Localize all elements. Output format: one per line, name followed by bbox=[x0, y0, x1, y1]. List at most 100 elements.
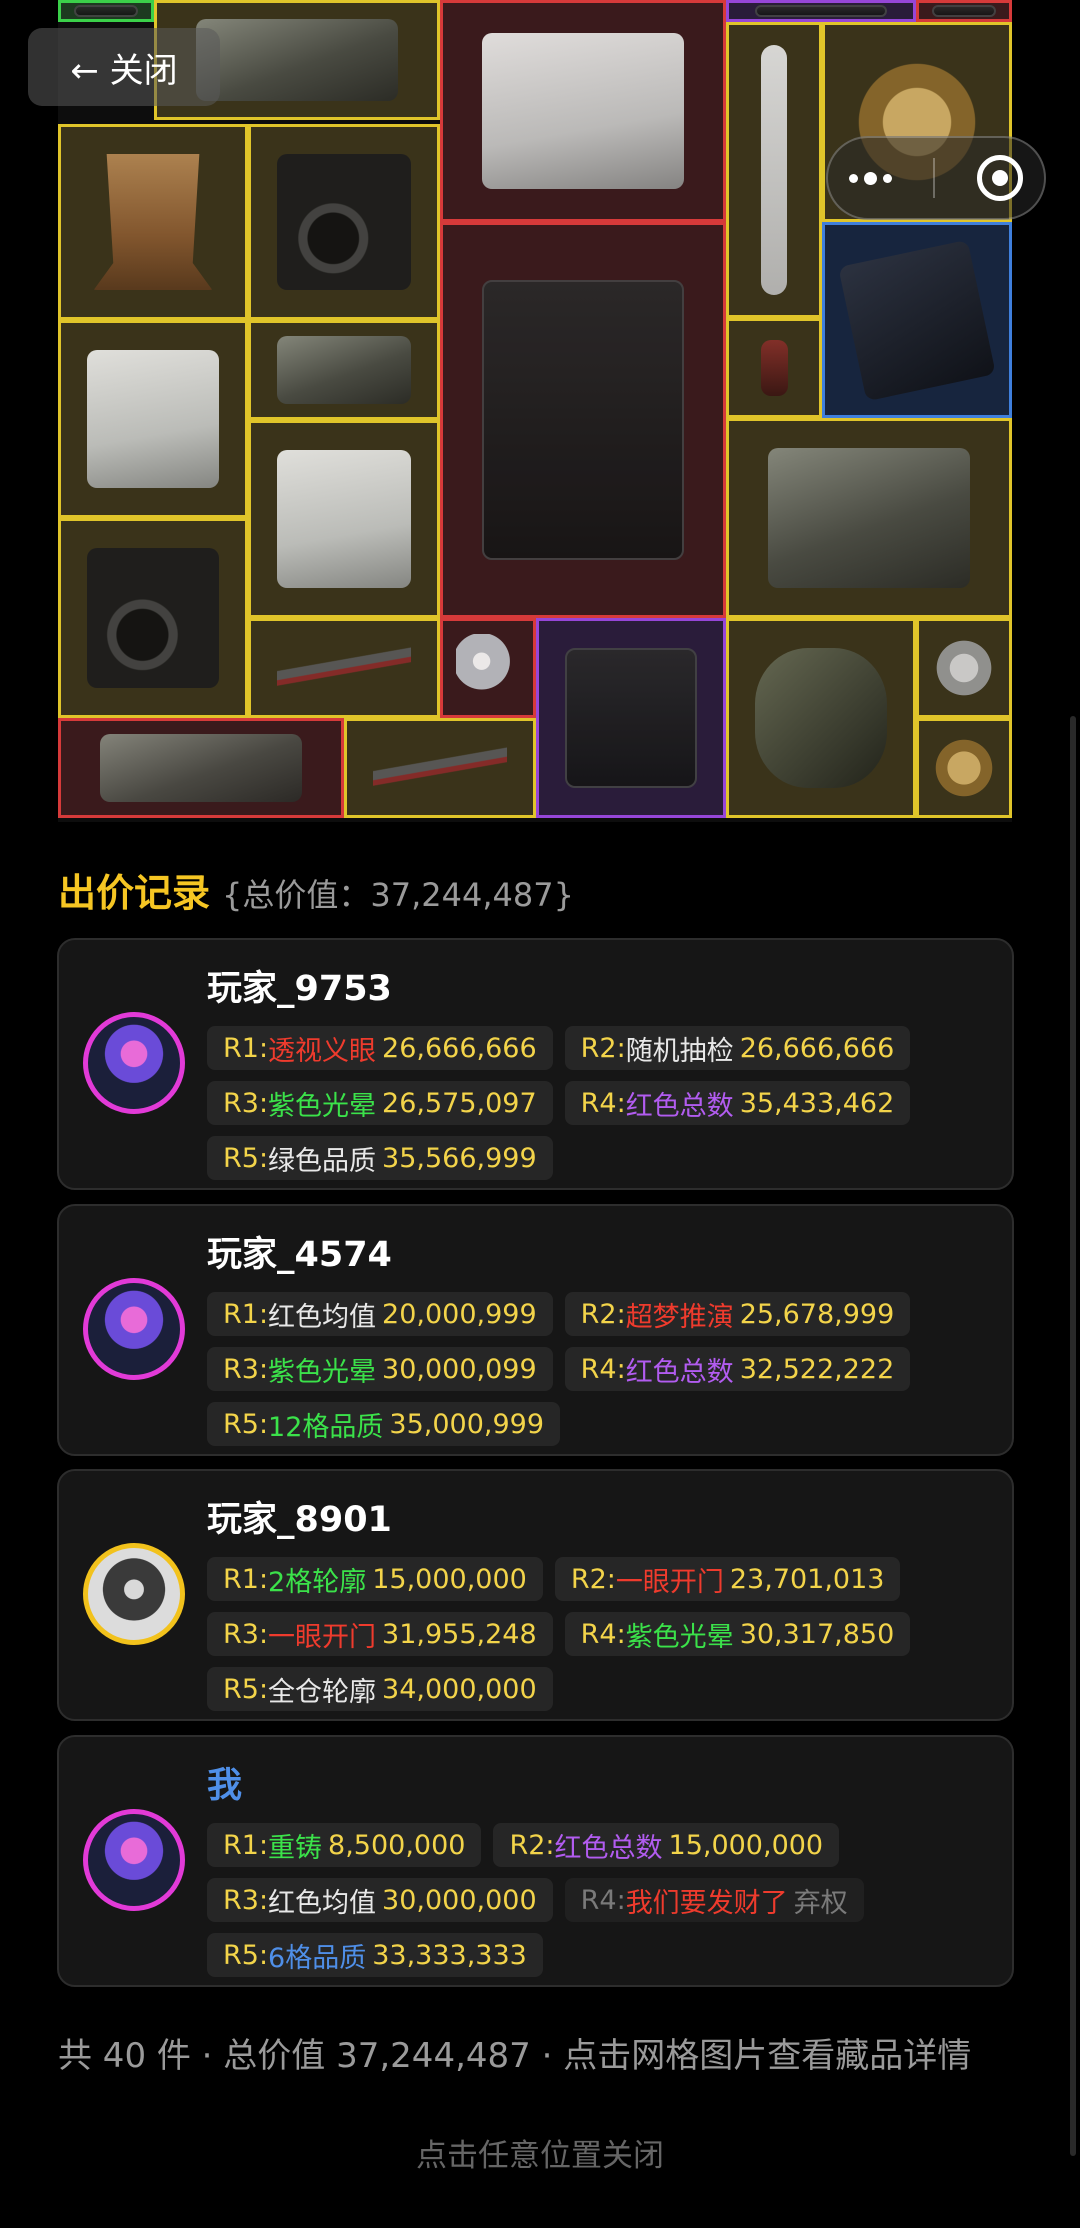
grid-item-16[interactable] bbox=[726, 418, 1012, 618]
item-image bbox=[754, 648, 888, 788]
bid-amount: 30,000,099 bbox=[382, 1353, 537, 1385]
round-label: R1: bbox=[223, 1032, 269, 1064]
item-image bbox=[482, 279, 684, 561]
grid-item-24[interactable] bbox=[344, 718, 536, 818]
bid-amount: 34,000,000 bbox=[382, 1673, 537, 1705]
bid-amount: 23,701,013 bbox=[729, 1563, 885, 1595]
strategy-name: 重铸 bbox=[268, 1832, 323, 1864]
avatar bbox=[83, 1543, 185, 1645]
round-label: R3: bbox=[223, 1353, 269, 1385]
item-image bbox=[86, 349, 220, 489]
bid-amount: 26,575,097 bbox=[382, 1087, 537, 1119]
round-label: R5: bbox=[223, 1142, 269, 1174]
round-label: R5: bbox=[223, 1939, 269, 1971]
bid-chip: R2: 红色总数 15,000,000 bbox=[493, 1823, 840, 1867]
round-label: R1: bbox=[223, 1829, 269, 1861]
grid-item-23[interactable] bbox=[58, 718, 344, 818]
grid-item-19[interactable] bbox=[440, 618, 536, 718]
bid-amount: 30,317,850 bbox=[739, 1618, 895, 1650]
item-image bbox=[93, 153, 213, 291]
bid-amount: 31,955,248 bbox=[382, 1618, 537, 1650]
scrollbar[interactable] bbox=[1070, 716, 1076, 2156]
strategy-name: 一眼开门 bbox=[268, 1621, 377, 1653]
bid-chip: R2: 超梦推演 25,678,999 bbox=[564, 1292, 911, 1336]
strategy-name: 我们要发财了 bbox=[625, 1887, 788, 1919]
item-image bbox=[100, 734, 302, 802]
close-button[interactable]: ← 关闭 bbox=[28, 28, 220, 106]
round-label: R4: bbox=[580, 1884, 626, 1916]
bid-chip: R4: 紫色光晕 30,317,850 bbox=[564, 1612, 911, 1656]
bid-chip: R3: 一眼开门 31,955,248 bbox=[207, 1612, 553, 1656]
grid-item-13[interactable] bbox=[248, 320, 440, 420]
grid-item-22[interactable] bbox=[916, 618, 1012, 718]
round-label: R2: bbox=[570, 1563, 616, 1595]
strategy-name: 一眼开门 bbox=[615, 1566, 724, 1598]
grid-item-17[interactable] bbox=[58, 518, 248, 718]
bid-row: R3: 紫色光晕 26,575,097 R4: 红色总数 35,433,462 bbox=[207, 1081, 911, 1125]
bid-card: 我 R1: 重铸 8,500,000 R2: 红色总数 15,000,000 R3: 红色均值 3… bbox=[57, 1735, 1014, 1987]
strategy-name: 全仓轮廓 bbox=[268, 1676, 377, 1708]
round-label: R3: bbox=[223, 1087, 269, 1119]
round-label: R1: bbox=[223, 1298, 269, 1330]
grid-item-11[interactable] bbox=[822, 222, 1012, 418]
more-icon[interactable] bbox=[848, 171, 892, 185]
strategy-name: 红色总数 bbox=[625, 1090, 734, 1122]
bid-title: 出价记录 bbox=[58, 871, 211, 915]
player-name: 玩家_8901 bbox=[207, 1500, 392, 1540]
item-image bbox=[761, 45, 787, 295]
grid-item-15[interactable] bbox=[248, 420, 440, 618]
strategy-name: 6格品质 bbox=[268, 1942, 367, 1974]
bid-chip: R1: 透视义眼 26,666,666 bbox=[207, 1026, 553, 1070]
bid-total-value: {总价值：37,244,487} bbox=[222, 876, 574, 914]
player-name: 玩家_9753 bbox=[207, 969, 392, 1009]
avatar bbox=[83, 1012, 185, 1114]
bid-amount: 35,566,999 bbox=[382, 1142, 537, 1174]
grid-item-4[interactable] bbox=[726, 0, 916, 22]
grid-item-9[interactable] bbox=[248, 124, 440, 320]
round-label: R2: bbox=[580, 1298, 626, 1330]
bid-amount: 35,433,462 bbox=[739, 1087, 895, 1119]
strategy-name: 红色均值 bbox=[268, 1301, 377, 1333]
bid-row: R1: 重铸 8,500,000 R2: 红色总数 15,000,000 bbox=[207, 1823, 840, 1867]
grid-item-10[interactable] bbox=[440, 222, 726, 618]
item-image bbox=[768, 448, 970, 588]
grid-item-20[interactable] bbox=[536, 618, 726, 818]
grid-item-3[interactable] bbox=[440, 0, 726, 222]
bid-row: R1: 透视义眼 26,666,666 R2: 随机抽检 26,666,666 bbox=[207, 1026, 911, 1070]
bid-card: 玩家_8901 R1: 2格轮廓 15,000,000 R2: 一眼开门 23,701,01… bbox=[57, 1469, 1014, 1721]
strategy-name: 红色总数 bbox=[554, 1832, 663, 1864]
grid-item-5[interactable] bbox=[916, 0, 1012, 22]
strategy-name: 2格轮廓 bbox=[268, 1566, 367, 1598]
grid-item-12[interactable] bbox=[58, 320, 248, 518]
bid-chip: R3: 红色均值 30,000,000 bbox=[207, 1878, 553, 1922]
bid-chip: R2: 一眼开门 23,701,013 bbox=[554, 1557, 901, 1601]
bid-chip: R3: 紫色光晕 30,000,099 bbox=[207, 1347, 553, 1391]
miniprogram-capsule bbox=[826, 136, 1046, 220]
item-image bbox=[482, 33, 684, 189]
strategy-name: 超梦推演 bbox=[625, 1301, 734, 1333]
bid-chip: R3: 紫色光晕 26,575,097 bbox=[207, 1081, 553, 1125]
round-label: R4: bbox=[580, 1087, 626, 1119]
grid-item-6[interactable] bbox=[726, 22, 822, 318]
bid-chip: R1: 重铸 8,500,000 bbox=[207, 1823, 482, 1867]
grid-item-1[interactable] bbox=[58, 0, 154, 22]
grid-item-18[interactable] bbox=[248, 618, 440, 718]
grid-item-8[interactable] bbox=[58, 124, 248, 320]
grid-item-21[interactable] bbox=[726, 618, 916, 818]
bid-card: 玩家_9753 R1: 透视义眼 26,666,666 R2: 随机抽检 26,666,66… bbox=[57, 938, 1014, 1190]
bid-card: 玩家_4574 R1: 红色均值 20,000,999 R2: 超梦推演 25,678,99… bbox=[57, 1204, 1014, 1456]
grid-item-25[interactable] bbox=[916, 718, 1012, 818]
round-label: R3: bbox=[223, 1884, 269, 1916]
bid-amount: 15,000,000 bbox=[372, 1563, 527, 1595]
bid-amount: 8,500,000 bbox=[328, 1829, 466, 1861]
item-image bbox=[760, 339, 788, 397]
item-image bbox=[931, 634, 997, 702]
round-label: R3: bbox=[223, 1618, 269, 1650]
bid-chip: R1: 2格轮廓 15,000,000 bbox=[207, 1557, 543, 1601]
grid-item-14[interactable] bbox=[726, 318, 822, 418]
exit-target-icon[interactable] bbox=[977, 155, 1024, 201]
round-label: R1: bbox=[223, 1563, 269, 1595]
bid-chip: R4: 红色总数 35,433,462 bbox=[564, 1081, 911, 1125]
bid-chip: R4: 我们要发财了 弃权 bbox=[564, 1878, 864, 1922]
dismiss-hint[interactable]: 点击任意位置关闭 bbox=[0, 2130, 1080, 2175]
